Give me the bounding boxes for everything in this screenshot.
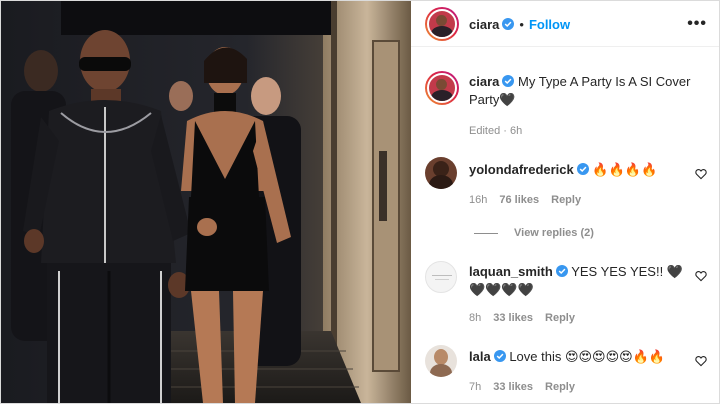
heart-icon[interactable] xyxy=(695,270,707,282)
verified-badge-icon xyxy=(493,350,506,362)
follow-button[interactable]: Follow xyxy=(529,17,570,32)
comment-text: 🔥🔥🔥🔥 xyxy=(592,162,658,177)
comment-reply-button[interactable]: Reply xyxy=(551,194,581,206)
author-line: ciara • Follow xyxy=(469,16,570,34)
more-options-icon[interactable]: ••• xyxy=(687,15,707,33)
comment-body: laquan_smith YES YES YES!! 🖤 🖤🖤🖤🖤 xyxy=(469,263,691,299)
comment-text-line2: 🖤🖤🖤🖤 xyxy=(469,282,534,297)
view-replies-line xyxy=(474,232,498,234)
verified-badge-icon xyxy=(502,18,515,30)
commenter-avatar[interactable] xyxy=(425,261,457,293)
comment-reply-button[interactable]: Reply xyxy=(545,381,575,393)
comment-time: 7h xyxy=(469,381,482,393)
verified-badge-icon xyxy=(576,163,589,175)
comment-text: Love this 😍😍😍😍😍🔥🔥 xyxy=(509,349,666,364)
comment-username[interactable]: laquan_smith xyxy=(469,264,553,279)
commenter-avatar[interactable] xyxy=(425,345,457,377)
author-avatar[interactable] xyxy=(425,7,459,41)
post-sidebar: ciara • Follow ••• ciara My Type A Party I… xyxy=(411,1,719,403)
commenter-avatar[interactable] xyxy=(425,157,457,189)
caption-author-username[interactable]: ciara xyxy=(469,74,499,89)
comment-username[interactable]: yolondafrederick xyxy=(469,162,574,177)
post-caption: ciara My Type A Party Is A SI Cover Part… xyxy=(469,73,705,109)
comment-body: yolondafrederick 🔥🔥🔥🔥 xyxy=(469,161,689,179)
caption-meta: Edited · 6h xyxy=(469,125,523,137)
header-separator: • xyxy=(519,17,524,32)
comment-likes[interactable]: 33 likes xyxy=(493,312,533,324)
post-header: ciara • Follow ••• xyxy=(411,1,719,47)
comment-reply-button[interactable]: Reply xyxy=(545,312,575,324)
verified-badge-icon xyxy=(555,265,568,277)
author-username[interactable]: ciara xyxy=(469,17,499,32)
caption-author-avatar[interactable] xyxy=(425,71,459,105)
comment-body: lala Love this 😍😍😍😍😍🔥🔥 xyxy=(469,348,691,366)
instagram-post: ciara • Follow ••• ciara My Type A Party I… xyxy=(0,0,720,404)
comment-username[interactable]: lala xyxy=(469,349,491,364)
comment-meta: 7h 33 likes Reply xyxy=(469,381,575,393)
comment-time: 16h xyxy=(469,194,488,206)
post-photo[interactable] xyxy=(1,1,411,403)
view-replies-label: View replies (2) xyxy=(514,227,594,239)
comment-time: 8h xyxy=(469,312,482,324)
comment-text: YES YES YES!! 🖤 xyxy=(571,264,684,279)
comment-meta: 8h 33 likes Reply xyxy=(469,312,575,324)
heart-icon[interactable] xyxy=(695,355,707,367)
post-photo-illustration xyxy=(1,1,411,403)
verified-badge-icon xyxy=(502,75,515,87)
heart-icon[interactable] xyxy=(695,168,707,180)
comment-meta: 16h 76 likes Reply xyxy=(469,194,581,206)
comment-likes[interactable]: 76 likes xyxy=(499,194,539,206)
comment-likes[interactable]: 33 likes xyxy=(493,381,533,393)
caption-emoji: 🖤 xyxy=(499,92,516,107)
view-replies-button[interactable]: View replies (2) xyxy=(474,227,594,239)
